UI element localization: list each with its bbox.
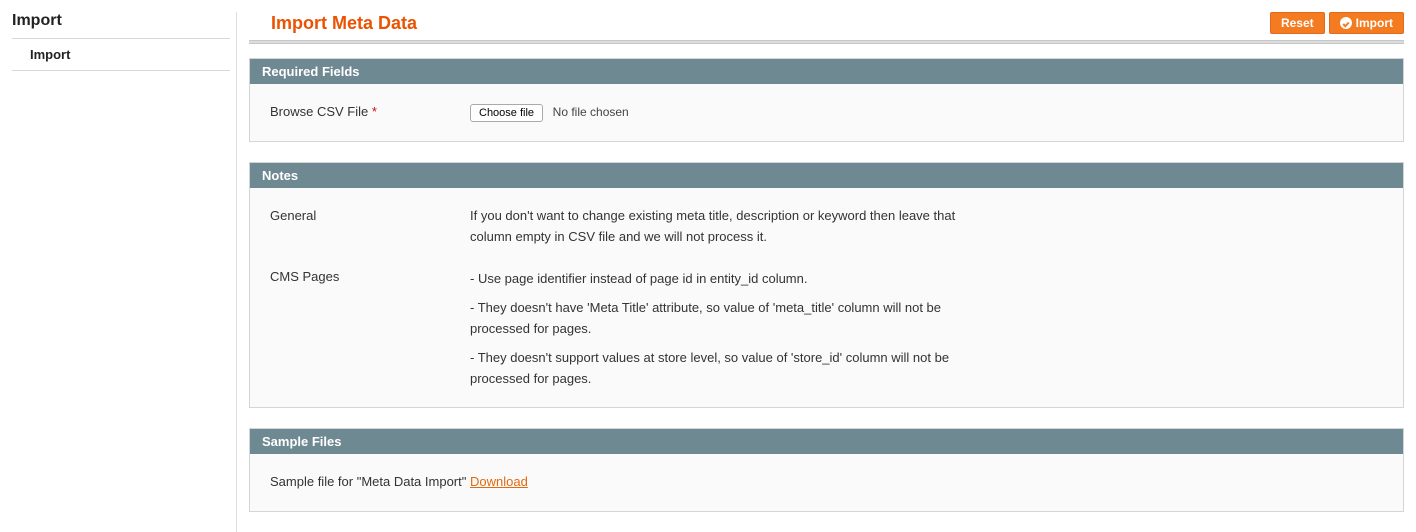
notes-general-row: General If you don't want to change exis… [250,200,1403,254]
section-header-sample-files: Sample Files [250,429,1403,454]
notes-general-text: If you don't want to change existing met… [470,206,990,248]
import-button-label: Import [1356,16,1393,30]
cms-bullet-2: - They doesn't have 'Meta Title' attribu… [470,298,990,340]
page-header: Import Meta Data Reset Import [249,12,1404,40]
section-sample-files: Sample Files Sample file for "Meta Data … [249,428,1404,512]
notes-cms-value: - Use page identifier instead of page id… [470,267,990,389]
check-circle-icon [1340,17,1352,29]
section-required-fields: Required Fields Browse CSV File * Choose… [249,58,1404,142]
section-header-notes: Notes [250,163,1403,188]
notes-cms-label: CMS Pages [270,267,470,389]
sidebar-title: Import [12,12,230,39]
notes-general-label: General [270,206,470,248]
reset-button-label: Reset [1281,16,1314,30]
page-title: Import Meta Data [271,13,417,34]
notes-cms-row: CMS Pages - Use page identifier instead … [250,261,1403,395]
section-header-required-fields: Required Fields [250,59,1403,84]
no-file-chosen-text: No file chosen [553,105,629,119]
sidebar: Import Import [0,0,230,532]
sample-file-row: Sample file for "Meta Data Import" Downl… [250,466,1403,499]
browse-csv-label-text: Browse CSV File [270,104,368,119]
download-link[interactable]: Download [470,474,528,489]
import-button[interactable]: Import [1329,12,1404,34]
browse-csv-label: Browse CSV File * [270,102,470,123]
cms-bullet-1: - Use page identifier instead of page id… [470,269,990,290]
header-divider [249,40,1404,44]
field-browse-csv: Browse CSV File * Choose file No file ch… [250,96,1403,129]
sample-file-label: Sample file for "Meta Data Import" [270,472,470,493]
cms-bullet-3: - They doesn't support values at store l… [470,348,990,390]
sidebar-submenu: Import [12,39,230,71]
main-content: Import Meta Data Reset Import Required F… [249,0,1416,532]
reset-button[interactable]: Reset [1270,12,1325,34]
browse-csv-value: Choose file No file chosen [470,102,990,123]
section-notes: Notes General If you don't want to chang… [249,162,1404,409]
required-asterisk: * [372,104,377,119]
sidebar-item-import[interactable]: Import [12,39,230,70]
vertical-divider [236,12,237,532]
choose-file-button[interactable]: Choose file [470,104,543,122]
